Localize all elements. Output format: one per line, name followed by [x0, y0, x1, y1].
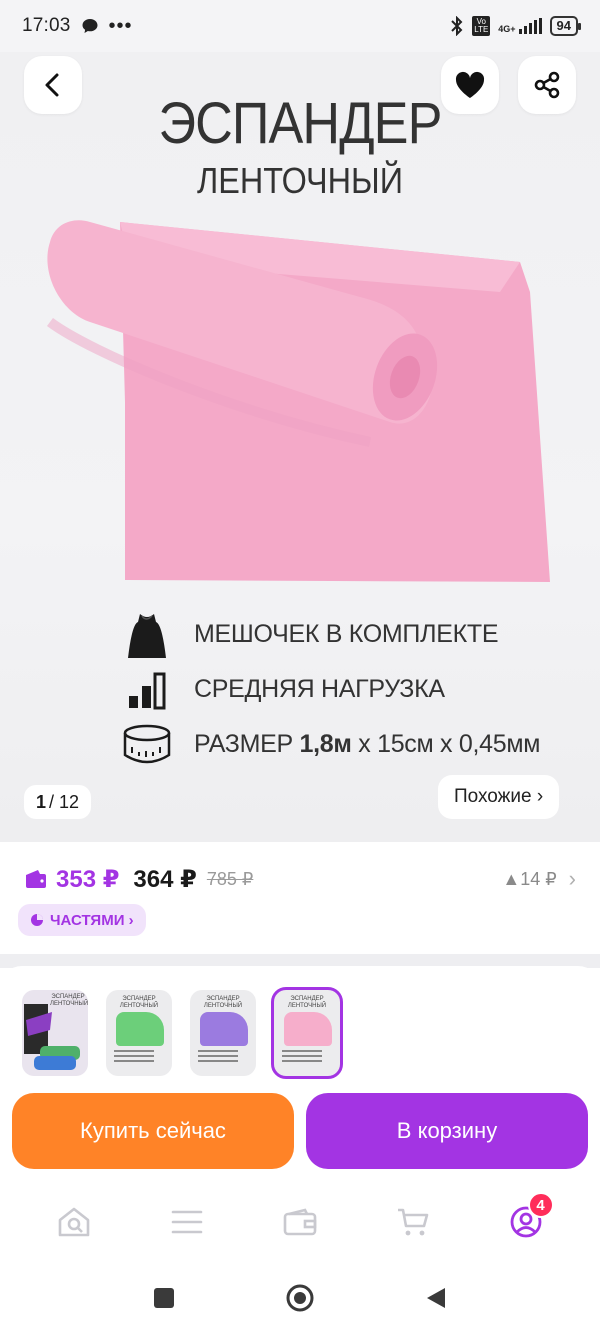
feature-list: МЕШОЧЕК В КОМПЛЕКТЕ СРЕДНЯЯ НАГРУЗКА РАЗ…: [118, 607, 540, 772]
tape-measure-icon: [118, 720, 176, 770]
status-time: 17:03: [22, 15, 71, 36]
nav-wallet[interactable]: [270, 1192, 330, 1252]
chevron-right-icon: ›: [568, 866, 576, 891]
profile-badge: 4: [527, 1192, 554, 1218]
wallet-icon: [26, 870, 46, 888]
variant-thumb[interactable]: ЭСПАНДЕР ЛЕНТОЧНЫЙ: [106, 990, 172, 1076]
feature-item: СРЕДНЯЯ НАГРУЗКА: [118, 662, 540, 717]
product-image-title: ЭСПАНДЕР: [158, 91, 442, 156]
back-triangle-icon[interactable]: [425, 1286, 447, 1310]
buy-now-button[interactable]: Купить сейчас: [12, 1093, 294, 1169]
pay-in-parts-chip[interactable]: ЧАСТЯМИ ›: [18, 904, 146, 936]
product-image-subtitle: ЛЕНТОЧНЫЙ: [196, 160, 404, 201]
price-card: 353 ₽ 364 ₽ 785 ₽ ▲14 ₽ › ЧАСТЯМИ ›: [0, 842, 600, 954]
load-bars-icon: [118, 665, 176, 715]
pie-chart-icon: [31, 914, 43, 926]
product-image-band: [47, 220, 550, 582]
variant-thumb[interactable]: ЭСПАНДЕР ЛЕНТОЧНЫЙ: [190, 990, 256, 1076]
signal-icon: 4G+: [498, 18, 542, 34]
add-to-cart-button[interactable]: В корзину: [306, 1093, 588, 1169]
pouch-icon: [118, 610, 176, 660]
cart-icon: [397, 1208, 429, 1236]
volte-icon: Vo LTE: [472, 16, 491, 36]
recent-apps-icon[interactable]: [153, 1287, 175, 1309]
more-notifications-icon: •••: [108, 14, 133, 37]
variant-thumb-selected[interactable]: ЭСПАНДЕР ЛЕНТОЧНЫЙ: [271, 987, 343, 1079]
home-icon[interactable]: [285, 1283, 315, 1313]
current-price: 364 ₽: [133, 865, 197, 893]
wallet-outline-icon: [283, 1208, 317, 1236]
bluetooth-icon: [451, 16, 463, 36]
similar-button[interactable]: Похожие ›: [438, 775, 560, 819]
system-navigation: [0, 1262, 600, 1333]
chat-bubble-icon: [82, 19, 98, 33]
nav-home[interactable]: [44, 1192, 104, 1252]
product-gallery[interactable]: ЭСПАНДЕР ЛЕНТОЧНЫЙ МЕШОЧЕК В КОМПЛЕКТЕ С…: [0, 52, 600, 842]
variant-thumb[interactable]: ЭСПАНДЕР ЛЕНТОЧНЫЙ: [22, 990, 88, 1076]
bottom-navigation: 4: [0, 1182, 600, 1262]
feature-item: МЕШОЧЕК В КОМПЛЕКТЕ: [118, 607, 540, 662]
menu-icon: [171, 1210, 203, 1234]
status-bar: 17:03 ••• Vo LTE 4G+ 94: [0, 0, 600, 52]
wallet-price: 353 ₽: [56, 865, 120, 893]
nav-profile[interactable]: 4: [496, 1192, 556, 1252]
home-search-icon: [59, 1207, 90, 1237]
variants-card: ЭСПАНДЕР ЛЕНТОЧНЫЙ ЭСПАНДЕР ЛЕНТОЧНЫЙ ЭС…: [0, 966, 600, 1206]
image-counter: 1/ 12: [24, 785, 92, 819]
price-change: ▲14 ₽: [502, 868, 557, 889]
battery-icon: 94: [549, 16, 582, 36]
nav-catalog[interactable]: [157, 1192, 217, 1252]
old-price: 785 ₽: [206, 868, 254, 889]
price-row[interactable]: 353 ₽ 364 ₽ 785 ₽ ▲14 ₽ ›: [24, 864, 576, 894]
purchase-actions: Купить сейчас В корзину: [12, 1093, 588, 1169]
nav-cart[interactable]: [383, 1192, 443, 1252]
variant-thumbnails: ЭСПАНДЕР ЛЕНТОЧНЫЙ ЭСПАНДЕР ЛЕНТОЧНЫЙ ЭС…: [22, 987, 343, 1079]
feature-item: РАЗМЕР 1,8м x 15см x 0,45мм: [118, 717, 540, 772]
